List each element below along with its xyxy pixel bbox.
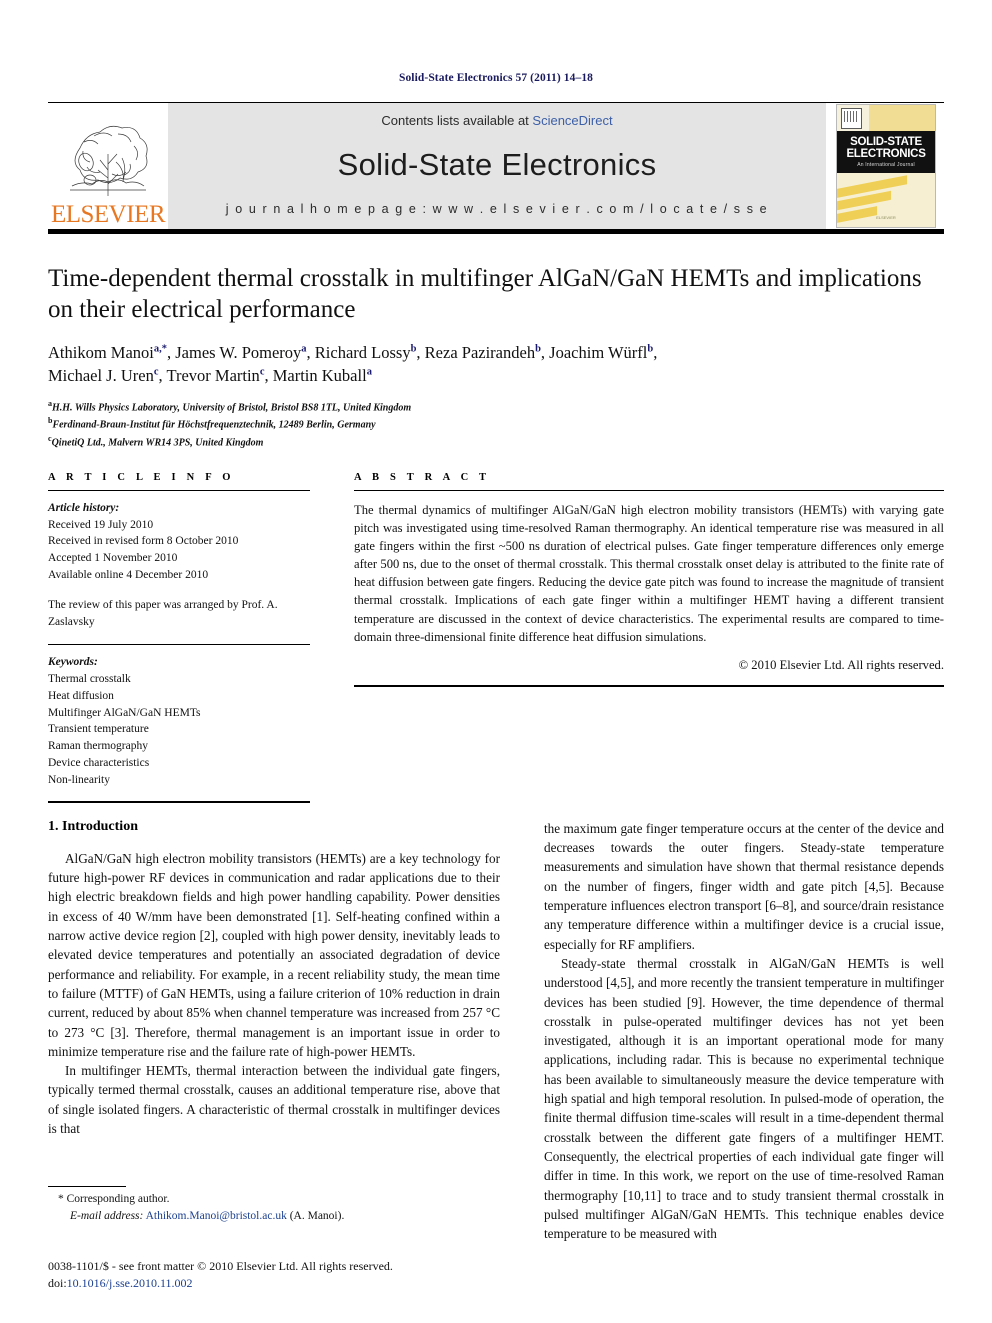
author-name: , James W. Pomeroy <box>167 343 302 362</box>
author-separator: , <box>653 343 658 362</box>
body-paragraph: In multifinger HEMTs, thermal interactio… <box>48 1063 500 1137</box>
cover-title-line1: SOLID-STATE <box>850 135 922 148</box>
affiliation-item: bFerdinand-Braun-Institut für Höchstfreq… <box>48 415 944 432</box>
abstract-text: The thermal dynamics of multifinger AlGa… <box>354 502 944 644</box>
body-paragraph: Steady-state thermal crosstalk in AlGaN/… <box>544 955 944 1242</box>
contents-text: Contents lists available at <box>381 113 533 128</box>
affiliation-text: Ferdinand-Braun-Institut für Höchstfrequ… <box>52 419 376 431</box>
running-head: Solid-State Electronics 57 (2011) 14–18 <box>398 72 594 84</box>
keyword-item: Device characteristics <box>48 756 150 769</box>
history-item: Available online 4 December 2010 <box>48 568 209 581</box>
keyword-item: Transient temperature <box>48 723 149 736</box>
header-bottom-rule <box>48 229 944 234</box>
sciencedirect-link[interactable]: ScienceDirect <box>532 113 612 128</box>
author-name: , Joachim Würfl <box>540 343 648 362</box>
keywords-label: Keywords: <box>48 656 98 669</box>
abstract-copyright: © 2010 Elsevier Ltd. All rights reserved… <box>738 657 944 672</box>
history-item: Accepted 1 November 2010 <box>48 552 178 565</box>
corresponding-author-note: * Corresponding author. E-mail address: … <box>48 1191 500 1224</box>
journal-homepage-line[interactable]: j o u r n a l h o m e p a g e : w w w . … <box>226 202 768 216</box>
journal-title: Solid-State Electronics <box>337 147 657 182</box>
page-title: Time-dependent thermal crosstalk in mult… <box>48 265 922 323</box>
affiliation-text: H.H. Wills Physics Laboratory, Universit… <box>52 402 412 414</box>
corresponding-marker: * <box>58 1193 64 1205</box>
abstract-column: A B S T R A C T The thermal dynamics of … <box>354 472 944 803</box>
affiliation-text: QinetiQ Ltd., Malvern WR14 3PS, United K… <box>51 436 264 448</box>
history-item: Received in revised form 8 October 2010 <box>48 535 239 548</box>
article-history-block: Article history: Received 19 July 2010 R… <box>48 500 310 630</box>
cover-title-line2: ELECTRONICS <box>846 148 926 160</box>
author-name: , Trevor Martin <box>158 366 260 386</box>
footnote-block: * Corresponding author. E-mail address: … <box>48 1186 500 1224</box>
article-page: Solid-State Electronics 57 (2011) 14–18 … <box>0 0 992 1323</box>
article-info-rule <box>48 489 310 491</box>
keywords-rule <box>48 644 310 646</box>
footnote-rule <box>48 1186 126 1187</box>
keywords-block: Keywords: Thermal crosstalk Heat diffusi… <box>48 654 310 788</box>
history-item: Received 19 July 2010 <box>48 518 154 531</box>
elsevier-logo: ELSEVIER <box>48 103 168 229</box>
cover-lower-art: ELSEVIER <box>837 173 935 227</box>
email-suffix: (A. Manoi). <box>289 1209 345 1222</box>
keyword-item: Raman thermography <box>48 740 148 753</box>
body-column-right: the maximum gate finger temperature occu… <box>544 819 944 1244</box>
cover-footer-mark: ELSEVIER <box>876 215 896 221</box>
cover-elsevier-mark-icon <box>841 108 862 129</box>
abstract-heading: A B S T R A C T <box>354 471 491 483</box>
author-name: Michael J. Uren <box>48 366 154 386</box>
article-info-heading: A R T I C L E I N F O <box>48 471 235 483</box>
review-arranged-note: The review of this paper was arranged by… <box>48 598 278 628</box>
issn-copyright-line: 0038-1101/$ - see front matter © 2010 El… <box>48 1259 393 1273</box>
article-history-label: Article history: <box>48 501 120 514</box>
article-info-bottom-rule <box>48 800 310 803</box>
doi-label: doi: <box>48 1276 67 1291</box>
elsevier-wordmark: ELSEVIER <box>50 201 166 228</box>
keyword-item: Thermal crosstalk <box>48 673 131 686</box>
body-paragraph: AlGaN/GaN high electron mobility transis… <box>48 850 500 1059</box>
section-title-introduction: 1. Introduction <box>48 818 138 834</box>
affiliation-item: cQinetiQ Ltd., Malvern WR14 3PS, United … <box>48 433 944 450</box>
journal-banner: Contents lists available at ScienceDirec… <box>168 103 826 229</box>
corresponding-text: Corresponding author. <box>66 1193 170 1205</box>
cover-title-band: SOLID-STATE ELECTRONICS An International… <box>837 131 935 173</box>
author-affil-marker: a <box>366 366 372 378</box>
abstract-rule <box>354 489 944 491</box>
author-line-1: Athikom Manoia,*, James W. Pomeroya, Ric… <box>48 341 944 364</box>
email-link[interactable]: Athikom.Manoi@bristol.ac.uk <box>146 1210 287 1222</box>
journal-cover-thumbnail: SOLID-STATE ELECTRONICS An International… <box>826 103 944 229</box>
doi-line: doi:10.1016/j.sse.2010.11.002 <box>48 1275 608 1292</box>
contents-available-line: Contents lists available at ScienceDirec… <box>381 113 612 128</box>
author-name: Athikom Manoi <box>48 343 154 362</box>
keyword-item: Multifinger AlGaN/GaN HEMTs <box>48 706 201 719</box>
cover-image: SOLID-STATE ELECTRONICS An International… <box>836 104 936 228</box>
title-block: Time-dependent thermal crosstalk in mult… <box>48 264 944 450</box>
page-footer: 0038-1101/$ - see front matter © 2010 El… <box>48 1258 608 1292</box>
article-info-column: A R T I C L E I N F O Article history: R… <box>48 472 310 803</box>
journal-header: ELSEVIER Contents lists available at Sci… <box>48 102 944 229</box>
author-line-2: Michael J. Urenc, Trevor Martinc, Martin… <box>48 364 944 387</box>
email-label: E-mail address: <box>70 1209 144 1222</box>
author-affil-marker: a,* <box>153 343 167 355</box>
author-name: , Martin Kuball <box>264 366 367 386</box>
info-abstract-section: A R T I C L E I N F O Article history: R… <box>48 472 944 803</box>
abstract-bottom-rule <box>354 684 944 687</box>
keyword-item: Non-linearity <box>48 773 110 786</box>
body-column-left: 1. Introduction AlGaN/GaN high electron … <box>48 819 500 1244</box>
cover-subtitle: An International Journal <box>857 162 915 169</box>
affiliation-item: aH.H. Wills Physics Laboratory, Universi… <box>48 398 944 415</box>
affiliation-list: aH.H. Wills Physics Laboratory, Universi… <box>48 398 944 450</box>
body-paragraph: the maximum gate finger temperature occu… <box>544 820 944 952</box>
author-name: , Reza Pazirandeh <box>416 343 536 362</box>
body-columns: 1. Introduction AlGaN/GaN high electron … <box>48 819 944 1244</box>
keyword-item: Heat diffusion <box>48 689 114 702</box>
doi-link[interactable]: 10.1016/j.sse.2010.11.002 <box>67 1276 193 1290</box>
elsevier-tree-icon <box>70 125 148 196</box>
author-list: Athikom Manoia,*, James W. Pomeroy a , Ric… <box>48 341 944 388</box>
author-name: , Richard Lossy <box>306 343 411 362</box>
